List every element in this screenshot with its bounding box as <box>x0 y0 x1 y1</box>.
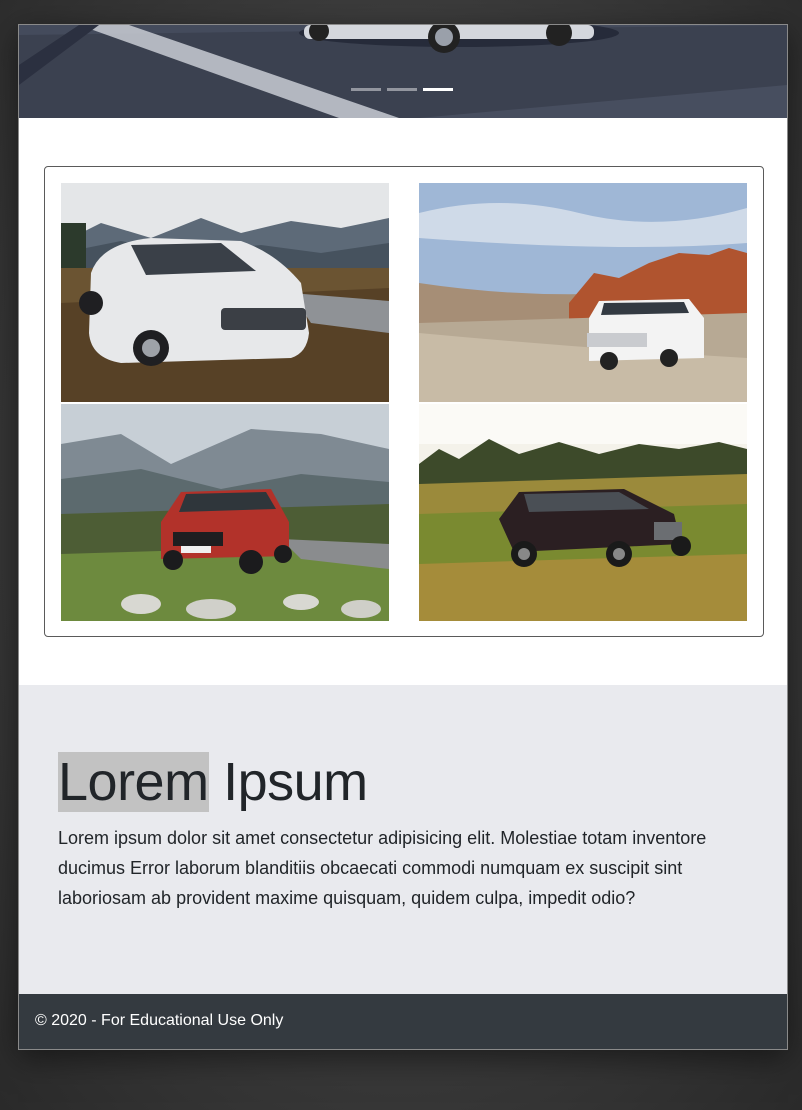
footer-copyright: © 2020 - For Educational Use Only <box>35 1012 284 1029</box>
gallery-image-silver-wagon <box>61 183 389 402</box>
about-section: Lorem Ipsum Lorem ipsum dolor sit amet c… <box>19 685 787 994</box>
carousel-indicators <box>351 88 453 91</box>
gallery-image-white-suv <box>419 183 747 402</box>
hero-car-image <box>19 25 787 118</box>
browser-page: Lorem Ipsum Lorem ipsum dolor sit amet c… <box>18 24 788 1050</box>
heading-rest: Ipsum <box>208 752 368 812</box>
gallery-image-red-suv <box>61 404 389 621</box>
about-heading: Lorem Ipsum <box>58 749 368 815</box>
image-gallery <box>44 166 764 637</box>
gallery-image-black-suv <box>419 404 747 621</box>
carousel-indicator-3[interactable] <box>423 88 453 91</box>
about-paragraph: Lorem ipsum dolor sit amet consectetur a… <box>58 828 707 908</box>
carousel-indicator-1[interactable] <box>351 88 381 91</box>
heading-highlighted-word: Lorem <box>58 752 209 812</box>
page-footer: © 2020 - For Educational Use Only <box>19 994 787 1049</box>
hero-carousel[interactable] <box>19 25 787 118</box>
carousel-indicator-2[interactable] <box>387 88 417 91</box>
